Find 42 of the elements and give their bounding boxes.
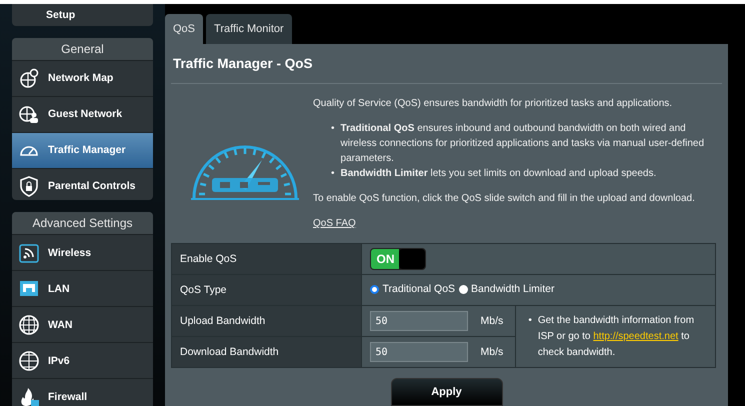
field-label: Upload Bandwidth [180, 315, 266, 327]
tab[interactable]: Traffic Monitor [206, 14, 292, 44]
sidebar-item[interactable]: IPv6 [12, 342, 153, 378]
radio-button[interactable] [459, 284, 468, 294]
globe-pin-icon [18, 67, 40, 90]
sidebar-item[interactable]: Wireless [12, 234, 153, 270]
sidebar-item[interactable]: Parental Controls [12, 168, 153, 200]
bullet-marker: • [528, 314, 532, 328]
field-label: Enable QoS [180, 253, 237, 265]
sidebar-item[interactable]: LAN [12, 270, 153, 306]
radio-button[interactable] [370, 284, 380, 294]
instruction-text: To enable QoS function, click the QoS slide switch and fill in the upload and download. [313, 192, 696, 206]
apply-button[interactable]: Apply [390, 378, 502, 406]
radio-label: Bandwidth Limiter [471, 283, 555, 296]
bandwidth-input[interactable]: 50 [370, 342, 468, 362]
hint-text: Get the bandwidth information from ISP or go to http://speedtest.net to check bandwidth. [538, 314, 696, 360]
description-text: Quality of Service (QoS) ensures bandwidth for prioritized tasks and applications. [313, 97, 674, 111]
radio-label: Traditional QoS [382, 283, 456, 296]
bullet-text: Traditional QoS ensures inbound and outbound bandwidth on both wired and wireless connections for prioritized applications and tasks via manual user-defined parameters. [340, 122, 706, 166]
bandwidth-input[interactable]: 50 [370, 311, 468, 331]
wifi-icon [18, 242, 40, 264]
section-header: Advanced Settings [12, 212, 153, 234]
speedtest-link[interactable]: http://speedtest.net [593, 330, 678, 342]
faq-link[interactable]: QoS FAQ [313, 218, 356, 229]
globe-icon [18, 314, 40, 336]
sidebar-item[interactable]: Firewall [12, 378, 153, 406]
bullet-marker: • [331, 167, 335, 181]
field-label: QoS Type [180, 284, 227, 296]
sidebar-item[interactable]: Traffic Manager [12, 132, 153, 168]
globe-icon [18, 350, 40, 372]
section-header: General [12, 38, 153, 60]
tab[interactable]: QoS [165, 14, 204, 44]
unit-label: Mb/s [480, 314, 504, 326]
shield-lock-icon [18, 175, 40, 198]
unit-label: Mb/s [480, 346, 504, 358]
page-title: Traffic Manager - QoS [171, 44, 722, 84]
bullet-text: Bandwidth Limiter lets you set limits on download and upload speeds. [340, 167, 656, 181]
bullet-marker: • [331, 122, 335, 136]
field-label: Download Bandwidth [180, 346, 279, 358]
sidebar-item[interactable]: Setup [12, 4, 153, 26]
sidebar-item[interactable]: Network Map [12, 60, 153, 96]
sidebar-item[interactable]: WAN [12, 306, 153, 342]
